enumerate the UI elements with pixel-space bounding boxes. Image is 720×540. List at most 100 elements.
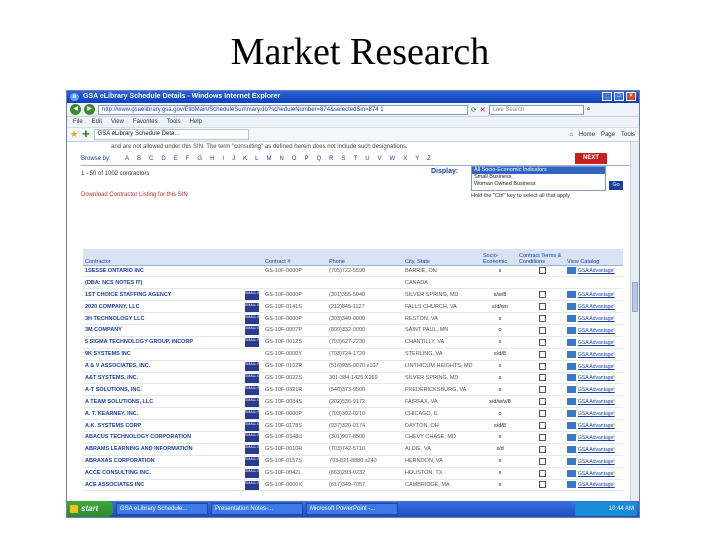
contract-number-link[interactable]: GS-10F-0007P xyxy=(263,324,327,337)
header-contractor[interactable]: Contractor xyxy=(83,249,243,266)
contractor-link[interactable]: ABRAXAS CORPORATION xyxy=(83,455,243,468)
taskbar-item[interactable]: GSA eLibrary Schedule... xyxy=(116,503,208,515)
gsa-advantage-link[interactable]: GSA Advantage! xyxy=(578,459,615,465)
refresh-icon[interactable]: ⟳ xyxy=(471,106,477,114)
view-catalog-link[interactable]: GSA Advantage! xyxy=(565,300,623,314)
close-icon[interactable]: × xyxy=(626,92,636,101)
window-titlebar[interactable]: e GSA eLibrary Schedule Details - Window… xyxy=(67,91,639,103)
contractor-link[interactable]: 1SESSE ONTARIO INC xyxy=(83,265,243,278)
contract-number-link[interactable]: GS-10F-0010R xyxy=(263,443,327,456)
letter-link[interactable]: G xyxy=(197,156,202,162)
gsa-advantage-link[interactable]: GSA Advantage! xyxy=(578,364,615,370)
address-bar[interactable]: http://www.gsaelibrary.gsa.gov/ElibMain/… xyxy=(98,104,468,115)
gsa-advantage-link[interactable]: GSA Advantage! xyxy=(578,423,615,429)
stop-icon[interactable]: ✕ xyxy=(480,106,486,114)
letter-link[interactable]: L xyxy=(255,156,258,162)
view-catalog-link[interactable]: GSA Advantage! xyxy=(565,431,623,444)
terms-conditions-icon[interactable] xyxy=(517,407,565,421)
go-button[interactable]: Go xyxy=(609,181,623,190)
view-catalog-link[interactable]: GSA Advantage! xyxy=(565,372,623,385)
menu-help[interactable]: Help xyxy=(190,117,202,127)
terms-conditions-icon[interactable] xyxy=(517,348,565,361)
letter-link[interactable]: P xyxy=(304,156,308,162)
view-catalog-link[interactable]: GSA Advantage! xyxy=(565,479,623,492)
terms-conditions-icon[interactable] xyxy=(517,336,565,349)
contractor-link[interactable]: 9K SYSTEMS INC xyxy=(83,348,243,361)
letter-link[interactable]: V xyxy=(378,156,382,162)
contractor-link[interactable]: A.K. SYSTEMS CORP xyxy=(83,419,243,432)
letter-link[interactable]: H xyxy=(210,156,214,162)
terms-conditions-icon[interactable] xyxy=(517,395,565,409)
terms-conditions-icon[interactable] xyxy=(517,300,565,314)
gsa-advantage-link[interactable]: GSA Advantage! xyxy=(578,387,615,393)
contractor-link[interactable]: (DBA: NCS NOTES IT) xyxy=(83,276,243,290)
contractor-link[interactable]: ABACUS TECHNOLOGY CORPORATION xyxy=(83,431,243,444)
search-input[interactable]: Live Search xyxy=(488,104,584,115)
view-catalog-link[interactable]: GSA Advantage! xyxy=(565,324,623,337)
forward-button[interactable]: ▶ xyxy=(84,104,95,115)
menu-favorites[interactable]: Favorites xyxy=(133,117,158,127)
terms-conditions-icon[interactable] xyxy=(517,276,565,290)
view-catalog-link[interactable]: GSA Advantage! xyxy=(565,407,623,421)
contractor-link[interactable]: 3H TECHNOLOGY LLC xyxy=(83,312,243,325)
terms-conditions-icon[interactable] xyxy=(517,479,565,492)
gsa-advantage-link[interactable]: GSA Advantage! xyxy=(578,316,615,322)
contract-number-link[interactable] xyxy=(263,276,327,290)
contractor-link[interactable]: 1ST CHOICE STAFFING AGENCY xyxy=(83,288,243,302)
letter-link[interactable]: O xyxy=(292,156,297,162)
header-contract[interactable]: Contract # xyxy=(263,249,327,266)
contract-number-link[interactable]: GS-10F-0084S xyxy=(263,395,327,409)
taskbar-item[interactable]: Microsoft PowerPoint -... xyxy=(306,503,398,515)
terms-conditions-icon[interactable] xyxy=(517,419,565,432)
letter-link[interactable]: T xyxy=(354,156,358,162)
contract-number-link[interactable]: GS-10F-0012S xyxy=(263,336,327,349)
contract-number-link[interactable]: GS-10F-0000P xyxy=(263,288,327,302)
home-label[interactable]: Home xyxy=(579,130,595,140)
gsa-advantage-link[interactable]: GSA Advantage! xyxy=(578,340,615,346)
terms-conditions-icon[interactable] xyxy=(517,467,565,480)
gsa-advantage-link[interactable]: GSA Advantage! xyxy=(578,399,615,405)
view-catalog-link[interactable]: GSA Advantage! xyxy=(565,395,623,409)
view-catalog-link[interactable]: GSA Advantage! xyxy=(565,348,623,361)
letter-link[interactable]: Z xyxy=(427,156,431,162)
letter-link[interactable]: N xyxy=(279,156,283,162)
contract-number-link[interactable]: GS-10F-0000P xyxy=(263,265,327,278)
view-catalog-link[interactable]: GSA Advantage! xyxy=(565,288,623,302)
gsa-advantage-link[interactable]: GSA Advantage! xyxy=(578,328,615,334)
start-button[interactable]: start xyxy=(67,501,113,517)
contractor-link[interactable]: A & V ASSOCIATES, INC. xyxy=(83,360,243,373)
letter-link[interactable]: B xyxy=(137,156,141,162)
contractor-link[interactable]: 3M COMPANY xyxy=(83,324,243,337)
contract-number-link[interactable]: GS-10F-0157S xyxy=(263,455,327,468)
home-icon[interactable]: ⌂ xyxy=(569,130,573,140)
maximize-icon[interactable]: □ xyxy=(614,92,624,101)
terms-conditions-icon[interactable] xyxy=(517,288,565,302)
letter-link[interactable]: Y xyxy=(415,156,419,162)
letter-link[interactable]: K xyxy=(243,156,247,162)
letter-link[interactable]: Q xyxy=(316,156,321,162)
terms-conditions-icon[interactable] xyxy=(517,443,565,456)
view-catalog-link[interactable]: GSA Advantage! xyxy=(565,265,623,278)
letter-link[interactable]: J xyxy=(232,156,235,162)
terms-conditions-icon[interactable] xyxy=(517,312,565,325)
header-city-state[interactable]: City, State xyxy=(403,249,481,266)
contractor-link[interactable]: ABRAMS LEARNING AND INFORMATION xyxy=(83,443,243,456)
view-catalog-link[interactable]: GSA Advantage! xyxy=(565,443,623,456)
terms-conditions-icon[interactable] xyxy=(517,372,565,385)
minimize-icon[interactable]: _ xyxy=(602,92,612,101)
letter-link[interactable]: R xyxy=(329,156,333,162)
download-listing-link[interactable]: Download Contractor Listing for this SIN xyxy=(81,192,188,198)
letter-link[interactable]: W xyxy=(390,156,396,162)
gsa-advantage-link[interactable]: GSA Advantage! xyxy=(578,435,615,441)
view-catalog-link[interactable]: GSA Advantage! xyxy=(565,360,623,373)
header-socio[interactable]: Socio-Economic xyxy=(481,249,517,266)
gsa-advantage-link[interactable]: GSA Advantage! xyxy=(578,304,615,310)
display-option[interactable]: Woman Owned Business xyxy=(472,181,605,188)
contractor-link[interactable]: ACCE CONSULTING INC. xyxy=(83,467,243,480)
view-catalog-link[interactable] xyxy=(565,276,623,290)
contractor-link[interactable]: A&T SYSTEMS, INC. xyxy=(83,372,243,385)
scrollbar-thumb[interactable] xyxy=(632,282,638,312)
add-favorite-icon[interactable]: ✚ xyxy=(82,129,90,140)
view-catalog-link[interactable]: GSA Advantage! xyxy=(565,383,623,397)
gsa-advantage-link[interactable]: GSA Advantage! xyxy=(578,471,615,477)
